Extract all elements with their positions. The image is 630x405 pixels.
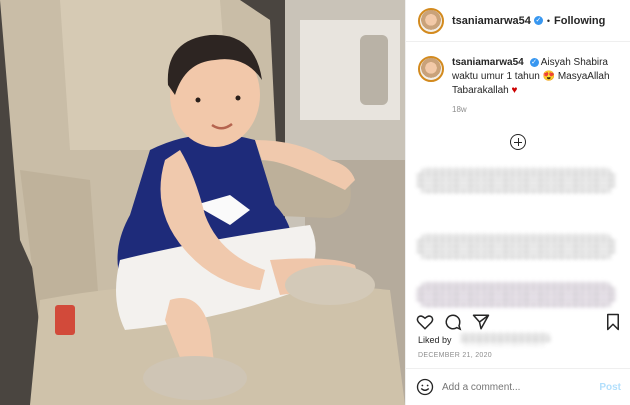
- instagram-post: tsaniamarwa54 ✓ • Following tsaniamarwa5…: [0, 0, 630, 405]
- heart-icon[interactable]: [416, 313, 434, 331]
- share-icon[interactable]: [472, 313, 490, 331]
- blurred-comment: [416, 234, 616, 260]
- emoji-icon[interactable]: [416, 378, 434, 396]
- post-photo[interactable]: [0, 0, 405, 405]
- caption-text-block: tsaniamarwa54 ✓ Aisyah Shabira waktu umu…: [452, 56, 620, 98]
- verified-badge-icon: ✓: [533, 16, 543, 25]
- plus-circle-icon[interactable]: [510, 134, 526, 150]
- blurred-comment: [416, 168, 616, 194]
- comment-bar: Post: [406, 368, 630, 405]
- blurred-comment: [416, 282, 616, 308]
- post-button[interactable]: Post: [599, 382, 621, 393]
- action-bar: [406, 309, 630, 335]
- heart-emoji: ♥: [511, 85, 518, 96]
- caption-timestamp: 18w: [452, 105, 467, 114]
- post-date: DECEMBER 21, 2020: [418, 352, 492, 359]
- caption-username[interactable]: tsaniamarwa54: [452, 57, 524, 68]
- comment-input[interactable]: [442, 381, 600, 393]
- liked-by[interactable]: Liked by: [418, 333, 550, 345]
- caption-verified-icon: ✓: [529, 58, 539, 67]
- following-button[interactable]: Following: [554, 15, 605, 27]
- baby-in-car-seat-image: [0, 0, 405, 405]
- comment-icon[interactable]: [444, 313, 462, 331]
- header-separator: •: [546, 15, 551, 26]
- header-username[interactable]: tsaniamarwa54: [452, 15, 531, 27]
- avatar[interactable]: [418, 7, 444, 34]
- post-side-panel: tsaniamarwa54 ✓ • Following tsaniamarwa5…: [405, 0, 630, 405]
- caption: tsaniamarwa54 ✓ Aisyah Shabira waktu umu…: [406, 42, 630, 98]
- liked-by-prefix: Liked by: [418, 335, 452, 345]
- post-header: tsaniamarwa54 ✓ • Following: [406, 0, 630, 42]
- caption-avatar[interactable]: [418, 56, 444, 82]
- blurred-liker: [460, 333, 550, 345]
- bookmark-icon[interactable]: [604, 313, 622, 331]
